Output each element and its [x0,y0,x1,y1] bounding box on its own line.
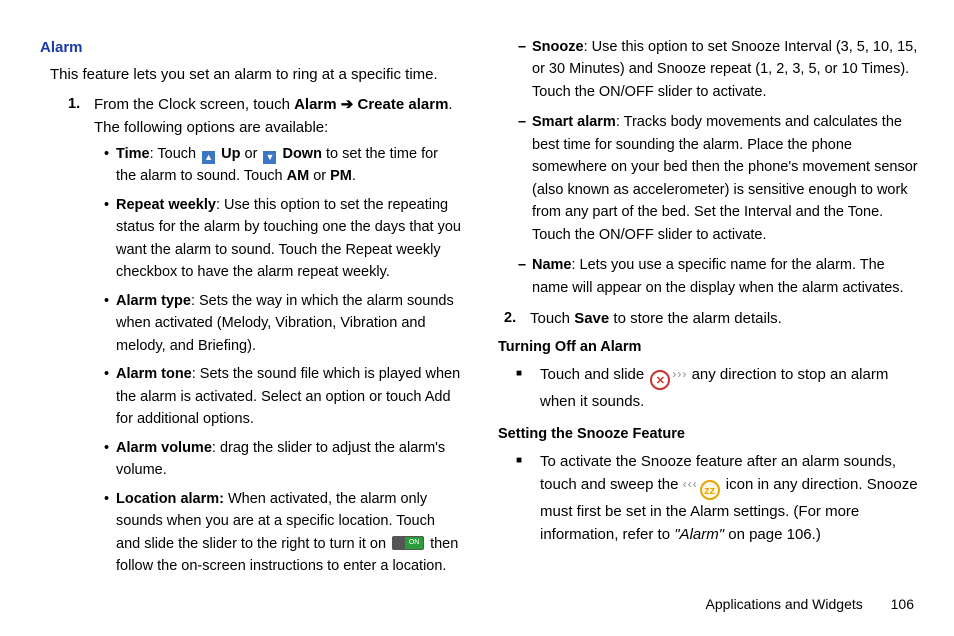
t1: : Touch [150,146,201,162]
turn-off-item: ■ Touch and slide ✕››› any direction to … [516,363,920,413]
bullet-mark: • [104,437,116,482]
time-label: Time [116,146,150,162]
toggle-on-icon [392,536,424,550]
intro-text: This feature lets you set an alarm to ri… [50,63,462,86]
square-bullet-icon: ■ [516,363,540,413]
snooze-text: : Use this option to set Snooze Interval… [532,39,917,100]
snooze-alarm-icon: zz [700,480,720,500]
swipe-dots-icon: ››› [672,367,687,381]
dash-snooze: – Snooze: Use this option to set Snooze … [518,36,920,103]
dash-name: – Name: Lets you use a specific name for… [518,254,920,299]
bullet-mark: • [104,363,116,430]
volume-label: Alarm volume [116,440,212,456]
swipe-dots-left-icon: ‹‹‹ [683,477,698,491]
alarm-ref: "Alarm" [674,526,724,543]
step-1-alarm: Alarm [294,96,337,113]
s2-p2: to store the alarm details. [609,310,782,327]
location-label: Location alarm: [116,491,224,507]
down-label: Down [278,146,322,162]
step-1-create: Create alarm [358,96,449,113]
down-arrow-icon: ▼ [263,151,276,164]
bullet-time: • Time: Touch ▲ Up or ▼ Down to set the … [104,143,462,188]
type-label: Alarm type [116,293,191,309]
step-1: 1. From the Clock screen, touch Alarm ➔ … [68,93,462,140]
bullet-alarm-tone: • Alarm tone: Sets the sound file which … [104,363,462,430]
save-label: Save [574,310,609,327]
am-label: AM [287,168,310,184]
square-bullet-icon: ■ [516,450,540,547]
name-text: : Lets you use a specific name for the a… [532,257,904,295]
step-1-body: From the Clock screen, touch Alarm ➔ Cre… [94,93,462,140]
bullet-mark: • [104,488,116,578]
tone-label: Alarm tone [116,366,192,382]
footer-section: Applications and Widgets [706,596,863,612]
step-2: 2. Touch Save to store the alarm details… [504,307,920,330]
dash-mark: – [518,111,532,246]
stop-alarm-icon: ✕ [650,370,670,390]
step-1-lead: From the Clock screen, touch [94,96,294,113]
subhead-turn-off: Turning Off an Alarm [498,336,920,358]
section-heading: Alarm [40,36,462,59]
step-1-number: 1. [68,93,94,140]
t4: or [309,168,330,184]
dash-mark: – [518,254,532,299]
t5: . [352,168,356,184]
step-2-number: 2. [504,307,530,330]
up-label: Up [217,146,240,162]
dash-smart-alarm: – Smart alarm: Tracks body movements and… [518,111,920,246]
smart-text: : Tracks body movements and calculates t… [532,114,918,242]
sn-p3: on page 106.) [724,526,821,543]
subhead-snooze: Setting the Snooze Feature [498,423,920,445]
dash-mark: – [518,36,532,103]
snooze-label: Snooze [532,39,584,55]
t2: or [240,146,261,162]
page-footer: Applications and Widgets 106 [706,594,914,616]
repeat-label: Repeat weekly [116,197,216,213]
snooze-item: ■ To activate the Snooze feature after a… [516,450,920,547]
right-arrow-icon: ➔ [337,96,358,113]
s2-p1: Touch [530,310,574,327]
bullet-location-alarm: • Location alarm: When activated, the al… [104,488,462,578]
pm-label: PM [330,168,352,184]
bullet-mark: • [104,143,116,188]
off-p1: Touch and slide [540,366,648,383]
name-label: Name [532,257,572,273]
bullet-repeat: • Repeat weekly: Use this option to set … [104,194,462,284]
bullet-mark: • [104,194,116,284]
smart-label: Smart alarm [532,114,616,130]
bullet-alarm-type: • Alarm type: Sets the way in which the … [104,290,462,357]
page-number: 106 [891,596,914,612]
bullet-mark: • [104,290,116,357]
bullet-alarm-volume: • Alarm volume: drag the slider to adjus… [104,437,462,482]
up-arrow-icon: ▲ [202,151,215,164]
